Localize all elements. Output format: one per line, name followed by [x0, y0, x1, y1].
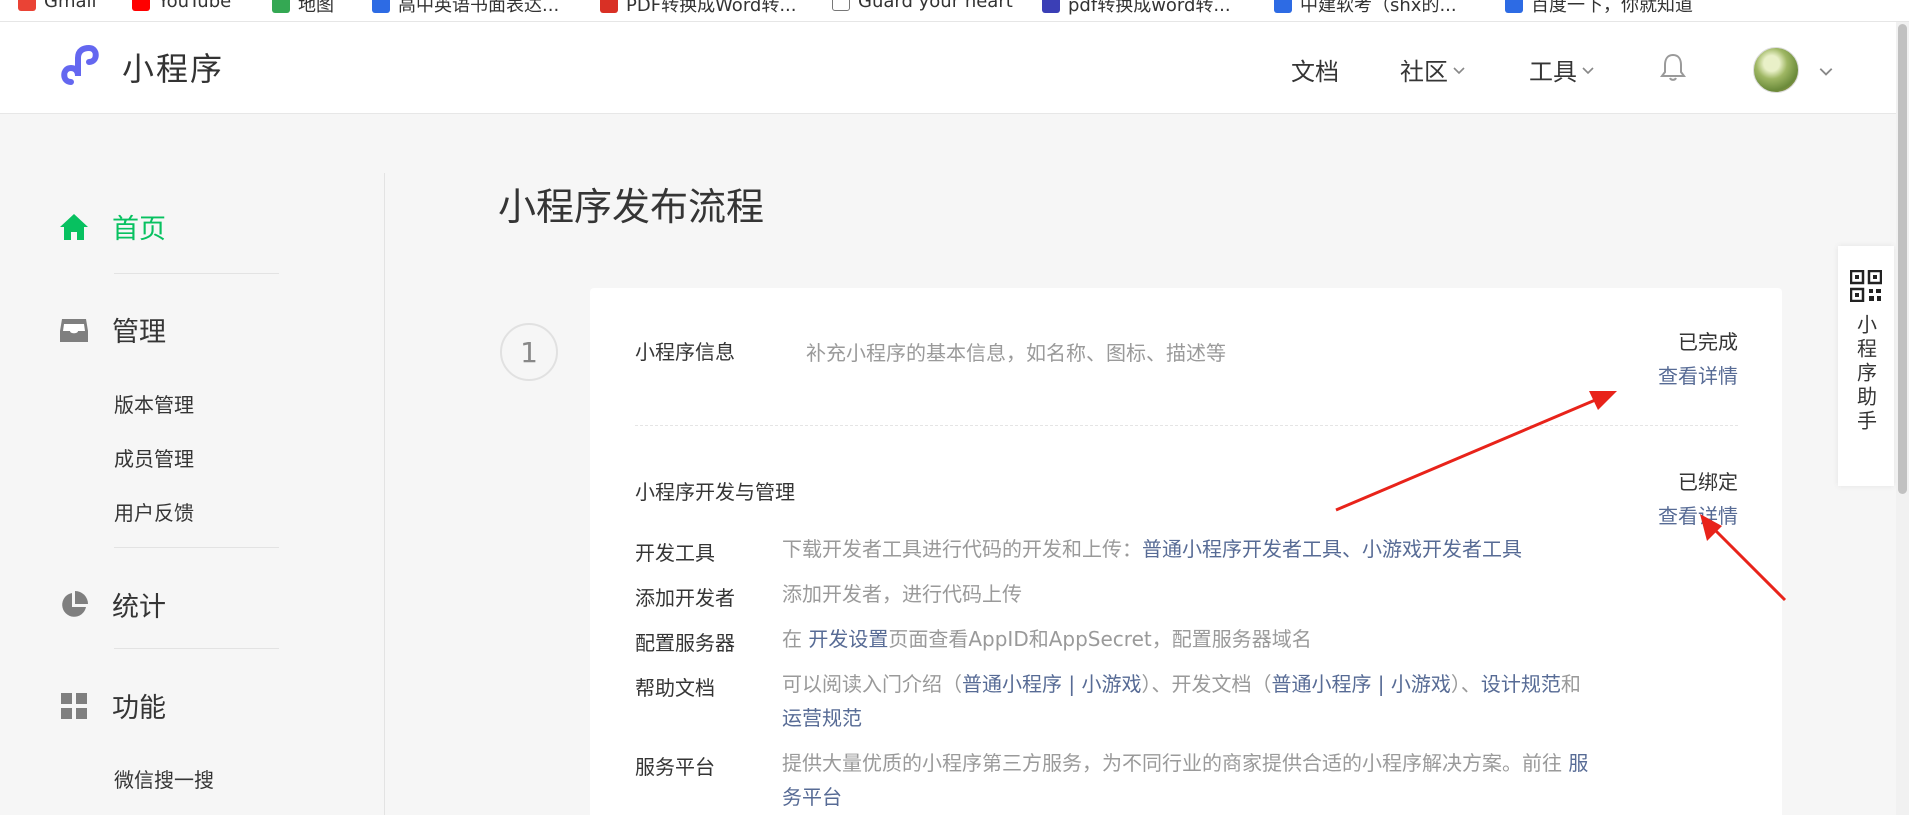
service-platform-value: 提供大量优质的小程序第三方服务，为不同行业的商家提供合适的小程序解决方案。前往 …	[782, 751, 1589, 809]
page-title: 小程序发布流程	[498, 185, 765, 229]
info-row-desc: 补充小程序的基本信息，如名称、图标、描述等	[806, 341, 1226, 365]
bookmark-ruankao[interactable]: 中建软考（shx的...	[1274, 0, 1457, 17]
operation-guide-link[interactable]: 运营规范	[782, 706, 862, 730]
sidebar-divider	[384, 173, 385, 815]
pie-chart-icon	[62, 590, 88, 617]
bell-icon[interactable]	[1659, 52, 1687, 82]
bookmark-maps[interactable]: 地图	[272, 0, 334, 17]
logo-text: 小程序	[122, 50, 225, 88]
publish-step-card: 小程序信息 补充小程序的基本信息，如名称、图标、描述等 已完成 查看详情 小程序…	[590, 288, 1782, 815]
dev-detail-link[interactable]: 查看详情	[1658, 500, 1738, 529]
miniprogram-logo-icon	[61, 44, 99, 85]
chevron-down-icon[interactable]	[1818, 63, 1834, 79]
sidebar-item-version-management[interactable]: 版本管理	[114, 389, 194, 418]
nav-docs[interactable]: 文档	[1291, 52, 1339, 87]
bookmarks-bar: Gmail YouTube 地图 高中英语书面表达... PDF转换成Word转…	[0, 0, 1909, 22]
sidebar-separator	[114, 273, 279, 274]
miniprogram-devtools-link[interactable]: 普通小程序开发者工具	[1142, 537, 1342, 561]
page-icon	[832, 0, 850, 11]
docs-minigame-link[interactable]: 小游戏	[1391, 672, 1451, 696]
add-developer-label: 添加开发者	[635, 586, 735, 610]
top-header: 小程序 文档 社区 工具	[0, 22, 1909, 114]
nav-community[interactable]: 社区	[1400, 52, 1466, 87]
sidebar-item-wechat-search[interactable]: 微信搜一搜	[114, 764, 214, 793]
intro-minigame-link[interactable]: 小游戏	[1081, 672, 1141, 696]
pdf-icon	[600, 0, 618, 13]
sidebar-separator	[114, 547, 279, 548]
sidebar-item-statistics[interactable]: 统计	[58, 585, 166, 624]
grid-icon	[61, 692, 87, 719]
youtube-icon	[132, 0, 150, 11]
chevron-down-icon	[1453, 66, 1465, 74]
bookmark-gmail[interactable]: Gmail	[18, 0, 97, 12]
info-detail-link[interactable]: 查看详情	[1658, 360, 1738, 389]
sidebar-item-home[interactable]: 首页	[58, 207, 166, 246]
info-status: 已完成	[1678, 330, 1738, 354]
help-docs-value: 可以阅读入门介绍（普通小程序 | 小游戏）、开发文档（普通小程序 | 小游戏）、…	[782, 672, 1581, 730]
bookmark-pdf-word[interactable]: PDF转换成Word转...	[600, 0, 797, 17]
sidebar-item-features[interactable]: 功能	[58, 686, 166, 725]
sidebar-item-user-feedback[interactable]: 用户反馈	[114, 497, 194, 526]
config-server-value: 在 开发设置页面查看AppID和AppSecret，配置服务器域名	[782, 627, 1312, 651]
config-server-label: 配置服务器	[635, 631, 735, 655]
docs-miniprogram-link[interactable]: 普通小程序	[1271, 672, 1371, 696]
minigame-devtools-link[interactable]: 小游戏开发者工具	[1362, 537, 1522, 561]
service-platform-label: 服务平台	[635, 755, 715, 779]
logo[interactable]: 小程序	[58, 44, 224, 90]
step-number: 1	[500, 323, 558, 381]
bookmark-guard-heart[interactable]: Guard your heart	[832, 0, 1013, 12]
bookmark-baidu[interactable]: 百度一下，你就知道	[1505, 0, 1693, 17]
help-docs-label: 帮助文档	[635, 676, 715, 700]
baidu-icon	[1274, 0, 1292, 13]
row-divider	[635, 425, 1738, 426]
dev-tools-label: 开发工具	[635, 541, 715, 565]
design-guide-link[interactable]: 设计规范	[1481, 672, 1561, 696]
chevron-down-icon	[1582, 66, 1594, 74]
sidebar-separator	[114, 648, 279, 649]
scrollbar-thumb[interactable]	[1898, 24, 1907, 494]
inbox-icon	[60, 318, 88, 342]
bookmark-english[interactable]: 高中英语书面表达...	[372, 0, 559, 17]
nav-tools[interactable]: 工具	[1529, 52, 1595, 87]
pdf-icon	[1042, 0, 1060, 13]
miniprogram-helper-panel[interactable]: 小程序助手	[1838, 246, 1894, 486]
sidebar-item-manage[interactable]: 管理	[58, 310, 166, 349]
baidu-icon	[1505, 0, 1523, 13]
add-developer-value: 添加开发者，进行代码上传	[782, 582, 1022, 606]
bookmark-youtube[interactable]: YouTube	[132, 0, 231, 12]
dev-settings-link[interactable]: 开发设置	[808, 627, 888, 651]
home-icon	[60, 213, 88, 240]
dev-status: 已绑定	[1678, 470, 1738, 494]
qr-code-icon	[1850, 270, 1882, 302]
bookmark-pdf-word-2[interactable]: pdf转换成word转...	[1042, 0, 1231, 17]
intro-miniprogram-link[interactable]: 普通小程序	[962, 672, 1062, 696]
info-row-title: 小程序信息	[635, 340, 735, 364]
sidebar-item-member-management[interactable]: 成员管理	[114, 443, 194, 472]
dev-row-title: 小程序开发与管理	[635, 480, 795, 504]
baidu-icon	[372, 0, 390, 13]
avatar[interactable]	[1753, 47, 1799, 93]
dev-tools-value: 下载开发者工具进行代码的开发和上传：普通小程序开发者工具、小游戏开发者工具	[782, 537, 1522, 561]
gmail-icon	[18, 0, 36, 11]
maps-icon	[272, 0, 290, 13]
helper-label: 小程序助手	[1853, 314, 1878, 434]
